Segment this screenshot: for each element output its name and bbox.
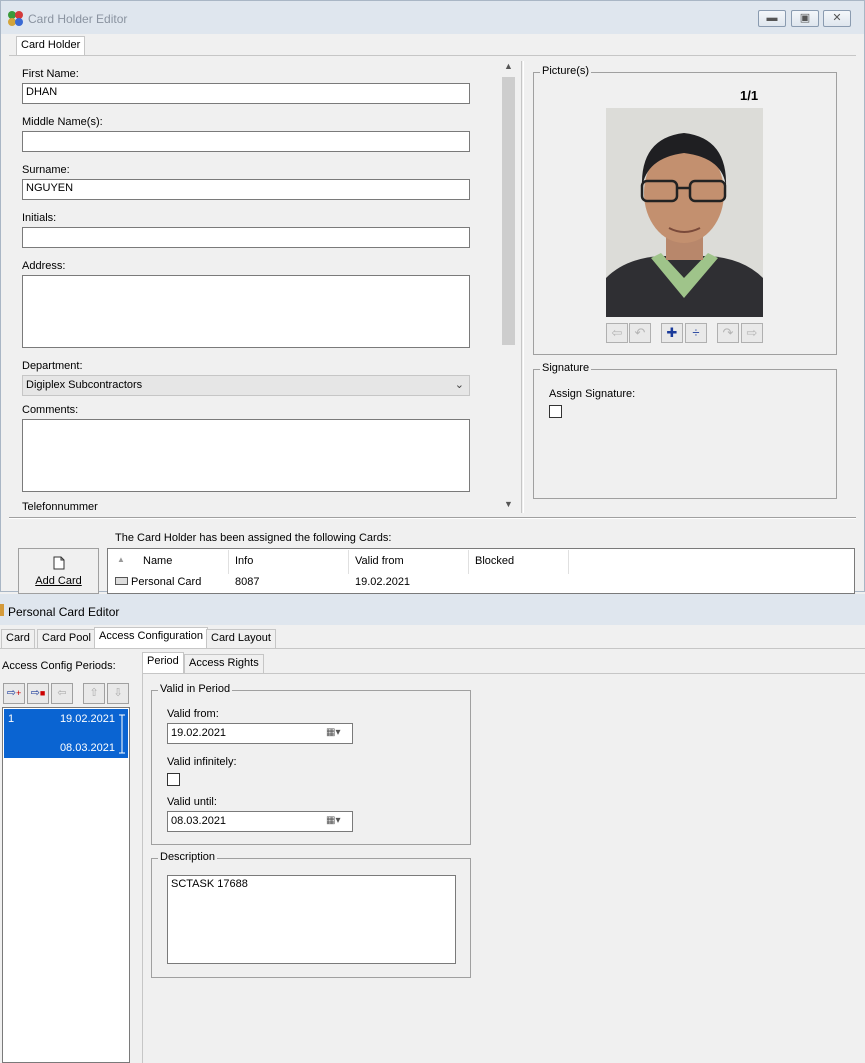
app-icon <box>0 604 4 616</box>
tab-divider <box>9 55 856 56</box>
picture-counter: 1/1 <box>740 88 759 103</box>
tab-card[interactable]: Card <box>1 629 35 648</box>
valid-until-value: 08.03.2021 <box>171 815 227 827</box>
app-icon <box>8 11 23 26</box>
card-holder-photo <box>606 108 763 317</box>
window-title: Card Holder Editor <box>28 12 128 26</box>
rotate-left-icon[interactable]: ↶ <box>629 323 651 343</box>
pictures-legend: Picture(s) <box>540 65 592 77</box>
assign-signature-label: Assign Signature: <box>549 388 636 400</box>
valid-from-label: Valid from: <box>167 708 219 720</box>
tab-card-pool[interactable]: Card Pool <box>37 629 96 648</box>
title-bar: Personal Card Editor <box>0 594 865 625</box>
first-name-label: First Name: <box>22 68 79 80</box>
valid-from-value: 19.02.2021 <box>171 727 227 739</box>
cards-caption: The Card Holder has been assigned the fo… <box>115 532 392 544</box>
department-value: Digiplex Subcontractors <box>26 379 143 391</box>
tab-access-rights[interactable]: Access Rights <box>184 654 264 673</box>
scroll-up-icon[interactable]: ▲ <box>501 61 516 75</box>
add-card-label: Add Card <box>35 575 82 587</box>
add-period-icon[interactable]: ⇨+ <box>3 683 25 704</box>
column-header-name[interactable]: Name <box>137 550 229 574</box>
sort-ascending-icon: ▲ <box>117 555 125 564</box>
tab-card-layout[interactable]: Card Layout <box>206 629 276 648</box>
tab-access-configuration[interactable]: Access Configuration <box>94 627 208 648</box>
description-legend: Description <box>158 851 218 863</box>
initials-field[interactable] <box>22 227 470 248</box>
minimize-icon: ▬ <box>766 12 778 24</box>
card-holder-editor-window: Card Holder Editor ▬ ▣ ✕ Card Holder Fir… <box>0 0 865 594</box>
tab-divider <box>0 648 865 649</box>
close-button[interactable]: ✕ <box>823 10 851 27</box>
rotate-right-icon[interactable]: ↷ <box>717 323 739 343</box>
valid-until-label: Valid until: <box>167 796 217 808</box>
surname-field[interactable]: NGUYEN <box>22 179 470 200</box>
first-name-field[interactable]: DHAN <box>22 83 470 104</box>
department-label: Department: <box>22 360 83 372</box>
add-picture-icon[interactable]: ✚ <box>661 323 683 343</box>
telefonnummer-label: Telefonnummer <box>22 501 98 513</box>
remove-picture-icon[interactable]: ÷ <box>685 323 707 343</box>
comments-label: Comments: <box>22 404 79 416</box>
access-config-periods-label: Access Config Periods: <box>2 660 116 672</box>
first-picture-icon[interactable]: ⇦ <box>606 323 628 343</box>
valid-infinitely-checkbox[interactable] <box>167 773 180 786</box>
new-document-icon <box>53 556 65 570</box>
calendar-dropdown-icon[interactable]: ▦▾ <box>326 815 348 828</box>
form-scrollbar[interactable]: ▲ ▼ <box>501 61 516 513</box>
remove-period-icon[interactable]: ⇦ <box>51 683 73 704</box>
add-card-button[interactable]: Add Card <box>18 548 99 594</box>
signature-legend: Signature <box>540 362 592 374</box>
valid-infinitely-label: Valid infinitely: <box>167 756 237 768</box>
section-divider <box>9 517 856 519</box>
department-select[interactable]: Digiplex Subcontractors ⌄ <box>22 375 470 396</box>
valid-until-datepicker[interactable]: 08.03.2021 ▦▾ <box>167 811 353 832</box>
card-info-cell: 8087 <box>235 576 260 588</box>
maximize-icon: ▣ <box>799 12 811 24</box>
column-header-info[interactable]: Info <box>229 550 349 574</box>
description-field[interactable]: SCTASK 17688 <box>167 875 456 964</box>
period-index: 1 <box>8 713 15 725</box>
close-icon: ✕ <box>832 12 842 24</box>
period-until: 08.03.2021 <box>59 742 115 754</box>
minimize-button[interactable]: ▬ <box>758 10 786 27</box>
move-up-icon[interactable]: ⇧ <box>83 683 105 704</box>
valid-in-period-legend: Valid in Period <box>158 683 233 695</box>
surname-label: Surname: <box>22 164 70 176</box>
move-down-icon[interactable]: ⇩ <box>107 683 129 704</box>
address-field[interactable] <box>22 275 470 348</box>
card-icon <box>115 577 128 585</box>
column-header-valid-from[interactable]: Valid from <box>349 550 469 574</box>
list-item[interactable]: 1 19.02.2021 08.03.2021 <box>4 709 128 758</box>
window-title: Personal Card Editor <box>8 605 120 619</box>
table-row[interactable] <box>107 574 855 593</box>
card-name-cell: Personal Card <box>131 576 202 588</box>
assign-signature-checkbox[interactable] <box>549 405 562 418</box>
period-from: 19.02.2021 <box>59 713 115 725</box>
scroll-down-icon[interactable]: ▼ <box>501 499 516 513</box>
card-valid-from-cell: 19.02.2021 <box>355 576 411 588</box>
next-picture-icon[interactable]: ⇨ <box>741 323 763 343</box>
chevron-down-icon: ⌄ <box>454 379 464 391</box>
valid-from-datepicker[interactable]: 19.02.2021 ▦▾ <box>167 723 353 744</box>
middle-names-label: Middle Name(s): <box>22 116 103 128</box>
tab-period[interactable]: Period <box>142 652 184 673</box>
tab-card-holder[interactable]: Card Holder <box>16 36 86 56</box>
copy-period-icon[interactable]: ⇨■ <box>27 683 49 704</box>
period-range-icon <box>119 714 125 754</box>
title-bar: Card Holder Editor ▬ ▣ ✕ <box>1 1 864 34</box>
splitter[interactable] <box>521 61 524 513</box>
address-label: Address: <box>22 260 66 272</box>
calendar-dropdown-icon[interactable]: ▦▾ <box>326 727 348 740</box>
scroll-thumb[interactable] <box>502 77 515 345</box>
maximize-button[interactable]: ▣ <box>791 10 819 27</box>
column-header-blocked[interactable]: Blocked <box>469 550 569 574</box>
middle-names-field[interactable] <box>22 131 470 152</box>
initials-label: Initials: <box>22 212 57 224</box>
periods-list[interactable] <box>2 707 130 1063</box>
comments-field[interactable] <box>22 419 470 492</box>
